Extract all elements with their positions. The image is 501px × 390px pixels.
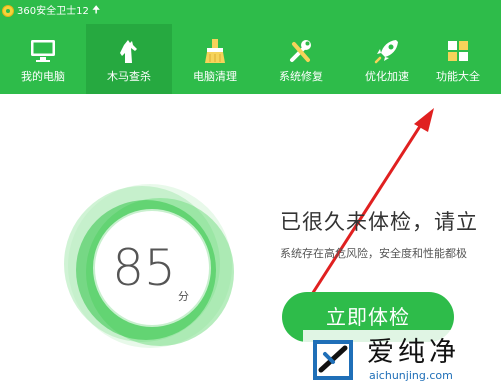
watermark: 爱纯净 aichunjing.com (303, 330, 501, 390)
nav-label: 电脑清理 (193, 70, 237, 83)
up-arrow-icon[interactable]: 🠉 (92, 4, 100, 17)
status-description: 系统存在高危风险，安全度和性能都极 (280, 247, 467, 260)
health-score-widget: 85 分 (60, 180, 240, 350)
top-bar: 360安全卫士12 🠉 我的电脑 木马查杀 电脑清理 系统修复 优化加速 功能大… (0, 0, 501, 94)
nav-label: 我的电脑 (21, 70, 65, 83)
nav-label: 系统修复 (279, 70, 323, 83)
nav-item-system-repair[interactable]: 系统修复 (258, 24, 344, 94)
grid-icon (448, 41, 468, 61)
watermark-title: 爱纯净 (367, 337, 460, 368)
nav-item-cleanup[interactable]: 电脑清理 (172, 24, 258, 94)
rocket-icon (374, 40, 398, 64)
main-nav: 我的电脑 木马查杀 电脑清理 系统修复 优化加速 功能大全 (0, 24, 501, 94)
nav-label: 木马查杀 (107, 70, 151, 83)
computer-icon (31, 40, 55, 62)
nav-item-all-features[interactable]: 功能大全 (415, 24, 501, 94)
score-value: 85 (112, 239, 176, 297)
app-logo-icon (2, 5, 14, 17)
broom-icon (205, 39, 225, 63)
horse-icon (120, 40, 137, 63)
title-bar: 360安全卫士12 🠉 (0, 0, 501, 24)
app-title: 360安全卫士12 (17, 6, 89, 17)
nav-item-my-computer[interactable]: 我的电脑 (0, 24, 86, 94)
nav-label: 功能大全 (436, 70, 480, 83)
watermark-logo-icon (313, 340, 353, 380)
watermark-url: aichunjing.com (369, 369, 453, 382)
tools-icon (290, 40, 311, 62)
nav-item-trojan-scan[interactable]: 木马查杀 (86, 24, 172, 94)
status-headline: 已很久未体检，请立 (280, 210, 478, 234)
score-unit: 分 (178, 290, 189, 303)
